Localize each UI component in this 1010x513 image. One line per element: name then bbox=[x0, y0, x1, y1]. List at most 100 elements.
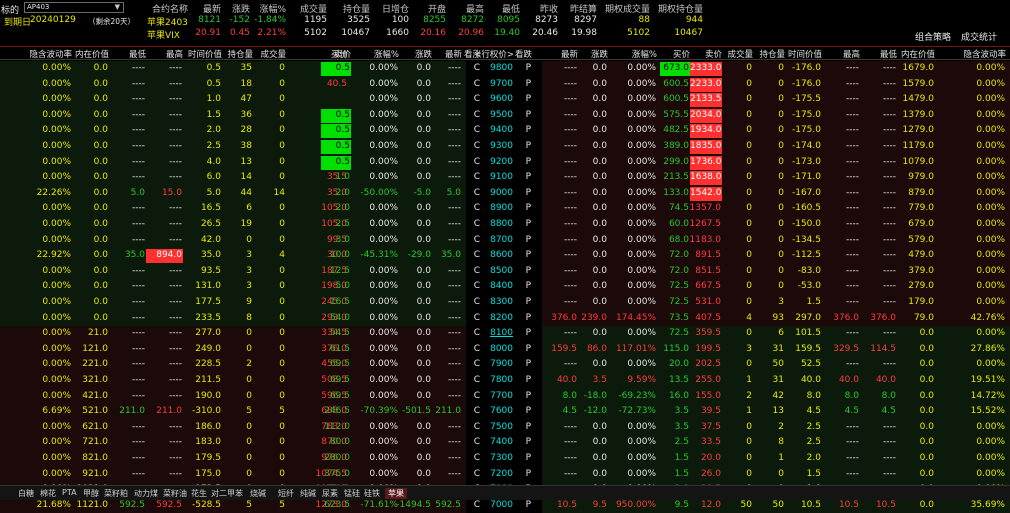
put-cell[interactable]: ---- bbox=[846, 436, 860, 450]
call-cell[interactable]: ---- bbox=[169, 358, 183, 372]
put-cell[interactable]: ---- bbox=[846, 171, 860, 185]
put-cell[interactable]: ---- bbox=[564, 249, 578, 263]
call-cell[interactable]: 0.0 bbox=[94, 280, 109, 294]
put-cell[interactable]: 40.0 bbox=[876, 374, 897, 388]
put-cell[interactable]: -176.0 bbox=[792, 62, 822, 76]
call-cell[interactable]: 38 bbox=[241, 140, 253, 154]
put-cell[interactable]: 50 bbox=[773, 358, 785, 372]
call-cell[interactable]: 5 bbox=[246, 499, 253, 513]
call-cell[interactable]: 0.0 bbox=[94, 202, 109, 216]
trade-stats-button[interactable]: 成交统计 bbox=[961, 30, 997, 43]
option-row[interactable]: 0.00%0.0--------2.028035.50.50.00%0.0---… bbox=[0, 123, 1010, 139]
product-tab[interactable]: 短纤 bbox=[278, 488, 294, 499]
put-cell[interactable]: 2.5 bbox=[807, 421, 822, 435]
put-cell[interactable]: 0.00% bbox=[627, 249, 657, 263]
call-cell[interactable]: 0 bbox=[279, 109, 286, 123]
call-cell[interactable]: 821.0 bbox=[82, 452, 109, 466]
call-cell[interactable]: 179.5 bbox=[195, 452, 222, 466]
call-cell[interactable]: 0.00% bbox=[42, 312, 72, 326]
call-cell[interactable]: 0.0 bbox=[417, 109, 432, 123]
call-cell[interactable]: ---- bbox=[132, 140, 146, 154]
call-cell[interactable]: 0 bbox=[279, 62, 286, 76]
put-cell[interactable]: 0 bbox=[746, 78, 753, 92]
call-cell[interactable]: 0 bbox=[246, 343, 253, 357]
call-cell[interactable]: 26.5 bbox=[201, 218, 222, 232]
call-cell[interactable]: ---- bbox=[132, 93, 146, 107]
call-cell[interactable]: 1121.0 bbox=[77, 499, 110, 513]
put-cell[interactable]: -160.5 bbox=[792, 202, 822, 216]
call-cell[interactable]: 0.0 bbox=[417, 296, 432, 310]
put-cell[interactable]: 0.00% bbox=[976, 280, 1006, 294]
put-cell[interactable]: 4.5 bbox=[845, 405, 860, 419]
option-row[interactable]: 0.00%0.0--------1.536040.50.50.00%0.0---… bbox=[0, 107, 1010, 124]
put-cell[interactable]: 851.5 bbox=[695, 265, 722, 279]
call-cell[interactable]: 1.0 bbox=[207, 93, 222, 107]
strike-price[interactable]: 9500 bbox=[490, 109, 514, 123]
call-cell[interactable]: 0 bbox=[246, 390, 253, 404]
put-cell[interactable]: 31 bbox=[773, 343, 785, 357]
call-cell[interactable]: 0.0 bbox=[417, 343, 432, 357]
put-cell[interactable]: 0.00% bbox=[976, 327, 1006, 341]
put-cell[interactable]: 0.0 bbox=[593, 187, 608, 201]
put-cell[interactable]: -173.0 bbox=[792, 156, 822, 170]
put-cell[interactable]: 1 bbox=[746, 374, 753, 388]
put-cell[interactable]: ---- bbox=[564, 468, 578, 482]
put-cell[interactable]: 0 bbox=[746, 452, 753, 466]
put-cell[interactable]: 0 bbox=[778, 218, 785, 232]
call-cell[interactable]: ---- bbox=[169, 124, 183, 138]
put-cell[interactable]: 2 bbox=[746, 390, 753, 404]
put-cell[interactable]: 72.5 bbox=[669, 327, 690, 341]
call-cell[interactable]: ---- bbox=[448, 93, 462, 107]
call-marker[interactable]: C bbox=[474, 187, 481, 201]
put-cell[interactable]: 1 bbox=[746, 405, 753, 419]
put-cell[interactable]: ---- bbox=[846, 421, 860, 435]
put-column-header[interactable]: 买价 bbox=[673, 48, 690, 60]
put-column-header[interactable]: 时间价值 bbox=[788, 48, 822, 60]
put-cell[interactable]: ---- bbox=[564, 296, 578, 310]
call-cell[interactable]: ---- bbox=[169, 93, 183, 107]
call-column-header[interactable]: 涨跌 bbox=[415, 48, 432, 60]
put-cell[interactable]: 2034.0 bbox=[690, 108, 722, 123]
put-cell[interactable]: 0.00% bbox=[627, 171, 657, 185]
put-cell[interactable]: ---- bbox=[883, 78, 897, 92]
put-cell[interactable]: 101.5 bbox=[795, 327, 822, 341]
put-cell[interactable]: 0 bbox=[778, 280, 785, 294]
put-cell[interactable]: -175.0 bbox=[792, 124, 822, 138]
put-cell[interactable]: ---- bbox=[883, 436, 897, 450]
put-column-header[interactable]: 内在价值 bbox=[901, 48, 935, 60]
strike-price[interactable]: 8800 bbox=[490, 218, 514, 232]
call-cell[interactable]: 0.00% bbox=[42, 421, 72, 435]
put-cell[interactable]: 667.5 bbox=[695, 280, 722, 294]
call-cell[interactable]: 0 bbox=[246, 452, 253, 466]
call-cell[interactable]: 0.00% bbox=[369, 327, 399, 341]
put-cell[interactable]: ---- bbox=[846, 202, 860, 216]
option-row[interactable]: 0.00% 0.0 ---- ---- 0.5 18 0 40.5 0.00% 0.0 ---- C 9… bbox=[0, 76, 1010, 93]
put-cell[interactable]: 0.00% bbox=[627, 358, 657, 372]
product-tab[interactable]: 对二甲苯 bbox=[211, 488, 243, 499]
put-cell[interactable]: 16.0 bbox=[669, 390, 690, 404]
put-column-header[interactable]: 最新 bbox=[561, 48, 578, 60]
call-cell[interactable]: 0.00% bbox=[42, 374, 72, 388]
call-cell[interactable]: 0 bbox=[279, 171, 286, 185]
put-cell[interactable]: 0.00% bbox=[627, 156, 657, 170]
put-cell[interactable]: ---- bbox=[846, 124, 860, 138]
put-cell[interactable]: 0 bbox=[746, 187, 753, 201]
call-cell[interactable]: 131.0 bbox=[195, 280, 222, 294]
call-cell[interactable]: ---- bbox=[132, 78, 146, 92]
put-marker[interactable]: P bbox=[526, 171, 532, 185]
option-row[interactable]: 0.00% 21.0 ---- ---- 277.0 0 0 334.5 54.5 0.00% 0.… bbox=[0, 326, 1010, 342]
call-cell[interactable]: 0.00% bbox=[369, 452, 399, 466]
call-cell[interactable]: ---- bbox=[448, 421, 462, 435]
call-cell[interactable]: ---- bbox=[448, 468, 462, 482]
call-cell[interactable]: 277.0 bbox=[195, 327, 222, 341]
put-cell[interactable]: 10.5 bbox=[557, 499, 578, 513]
call-cell[interactable]: ---- bbox=[169, 421, 183, 435]
call-marker[interactable]: C bbox=[474, 468, 481, 482]
put-cell[interactable]: 14.72% bbox=[971, 390, 1006, 404]
strike-price[interactable]: 9400 bbox=[490, 124, 514, 138]
call-cell[interactable]: -1494.5 bbox=[396, 499, 432, 513]
strike-price[interactable]: 8300 bbox=[490, 296, 514, 310]
strike-price[interactable]: 7400 bbox=[490, 436, 514, 450]
call-cell[interactable]: 0.0 bbox=[94, 187, 109, 201]
put-cell[interactable]: 1183.0 bbox=[690, 234, 723, 248]
